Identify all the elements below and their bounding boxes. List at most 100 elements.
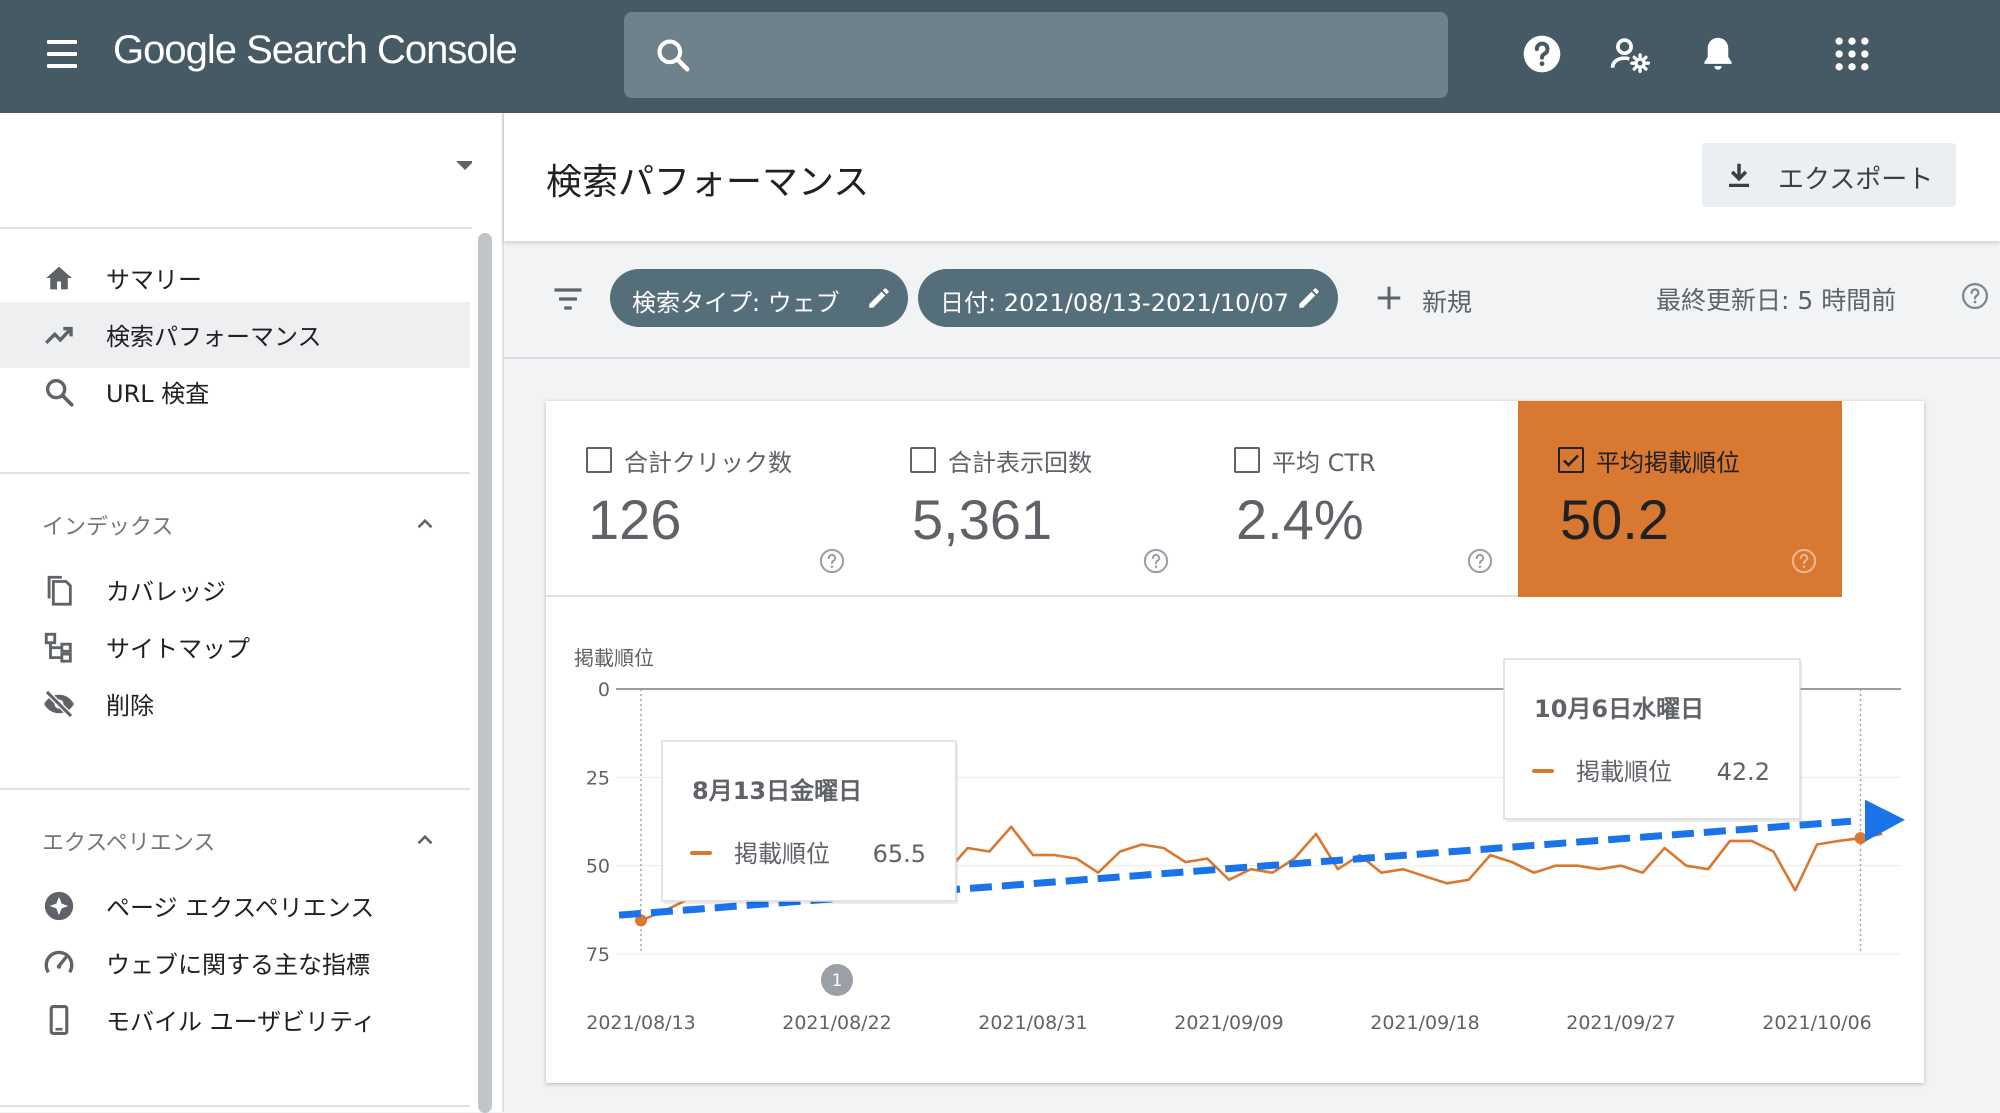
speed-icon: [44, 950, 74, 974]
edit-icon: [1299, 288, 1319, 308]
trend-arrow-head: [1865, 799, 1905, 842]
performance-chart: 掲載順位 0 25 50 75 2021/08/13 2021/08/22 2021/08/3…: [574, 646, 1905, 1034]
sidebar-item-mobile-usability[interactable]: モバイル ユーザビリティ: [0, 987, 470, 1053]
sidebar-item-removals[interactable]: 削除: [0, 671, 470, 737]
metric-label: 合計クリック数: [624, 449, 792, 477]
help-outline-icon[interactable]: [1466, 547, 1494, 575]
help-outline-icon[interactable]: [1142, 547, 1170, 575]
metric-label: 合計表示回数: [948, 449, 1092, 477]
page-title: 検索パフォーマンス: [546, 162, 870, 203]
x-tick-label: 2021/08/31: [978, 1012, 1088, 1034]
x-tick-label: 2021/09/27: [1566, 1012, 1676, 1034]
x-tick-label: 2021/08/22: [782, 1012, 892, 1034]
chip-label: 検索タイプ: ウェブ: [632, 289, 840, 317]
sidebar-item-label: モバイル ユーザビリティ: [106, 1008, 376, 1036]
tooltip-value: 65.5: [873, 840, 926, 868]
tooltip-box: [1503, 658, 1801, 820]
tooltip-value: 42.2: [1717, 758, 1770, 786]
x-tick-label: 2021/09/09: [1174, 1012, 1284, 1034]
section-header-experience[interactable]: エクスペリエンス: [0, 807, 470, 873]
manage-users-icon[interactable]: [1608, 32, 1652, 76]
y-tick-label: 25: [586, 767, 610, 789]
app-logo[interactable]: Google Search Console: [113, 28, 518, 73]
top-app-bar: Google Search Console: [0, 0, 2000, 113]
chevron-up-icon: [417, 834, 433, 845]
sidebar-divider: [0, 788, 470, 790]
y-tick-label: 0: [598, 679, 610, 701]
last-updated-text: 最終更新日: 5 時間前: [1656, 286, 1897, 315]
y-tick-label: 75: [586, 944, 610, 966]
metric-value: 2.4%: [1236, 488, 1364, 551]
help-outline-icon[interactable]: [1960, 281, 1990, 311]
notifications-icon[interactable]: [1696, 32, 1740, 76]
metric-total-impressions[interactable]: 合計表示回数 5,361: [870, 401, 1196, 597]
apps-grid-icon[interactable]: [1830, 32, 1874, 76]
metric-value: 5,361: [912, 488, 1053, 551]
sidebar-divider: [0, 1105, 470, 1107]
metric-checkbox[interactable]: [1234, 447, 1260, 473]
x-tick-label: 2021/08/13: [586, 1012, 696, 1034]
search-input[interactable]: [704, 30, 1428, 82]
tooltip-series-name: 掲載順位: [1576, 758, 1672, 786]
metric-label: 平均 CTR: [1272, 449, 1376, 477]
sidebar-item-label: サイトマップ: [106, 635, 250, 663]
visibility-off-icon: [44, 689, 74, 719]
help-icon[interactable]: [1520, 32, 1564, 76]
tooltip-date: 10月6日水曜日: [1534, 695, 1704, 723]
sidebar-item-label: 削除: [106, 692, 154, 720]
date-range-chip[interactable]: 日付: 2021/08/13-2021/10/07: [918, 269, 1338, 327]
search-icon: [45, 378, 74, 407]
x-tick-label: 2021/09/18: [1370, 1012, 1480, 1034]
metric-value: 126: [588, 488, 682, 551]
edit-icon: [869, 288, 889, 308]
export-button[interactable]: エクスポート: [1702, 143, 1956, 207]
metric-average-position[interactable]: 平均掲載順位 50.2: [1518, 401, 1842, 597]
copy-icon: [47, 575, 72, 606]
sitemap-icon: [44, 632, 72, 663]
filter-icon[interactable]: [550, 281, 586, 317]
sidebar-item-label: 検索パフォーマンス: [106, 323, 322, 351]
metric-value: 50.2: [1560, 488, 1669, 551]
sidebar-item-label: カバレッジ: [106, 578, 226, 606]
property-selector[interactable]: [0, 113, 474, 229]
section-header-index[interactable]: インデックス: [0, 491, 470, 557]
search-type-chip[interactable]: 検索タイプ: ウェブ: [610, 269, 908, 327]
annotation-marker-label: 1: [832, 971, 843, 991]
chip-label: 日付: 2021/08/13-2021/10/07: [940, 289, 1290, 317]
x-tick-label: 2021/10/06: [1762, 1012, 1872, 1034]
export-label: エクスポート: [1778, 165, 1934, 195]
tooltip-series-name: 掲載順位: [734, 840, 830, 868]
help-outline-icon[interactable]: [818, 547, 846, 575]
sidebar-item-url-inspection[interactable]: URL 検査: [0, 359, 470, 425]
sidebar-item-label: ウェブに関する主な指標: [106, 951, 370, 979]
metric-checkbox[interactable]: [1558, 447, 1584, 473]
metric-total-clicks[interactable]: 合計クリック数 126: [546, 401, 872, 597]
y-axis-title: 掲載順位: [574, 646, 654, 670]
check-icon: [1563, 454, 1579, 467]
chevron-up-icon: [417, 518, 433, 529]
main-menu-button[interactable]: [44, 36, 80, 72]
search-bar[interactable]: [624, 12, 1448, 98]
help-outline-icon[interactable]: [1790, 547, 1818, 575]
search-icon: [657, 39, 690, 72]
metric-checkbox[interactable]: [586, 447, 612, 473]
sidebar-item-label: ページ エクスペリエンス: [106, 894, 375, 922]
scrollbar-thumb[interactable]: [478, 233, 492, 1113]
star-badge-icon: [44, 891, 74, 921]
new-filter-label: 新規: [1422, 288, 1473, 317]
trending-up-icon: [45, 326, 73, 344]
sidebar-scrollbar[interactable]: [472, 113, 502, 1113]
page-header: 検索パフォーマンス エクスポート: [504, 113, 2000, 241]
download-icon: [1729, 163, 1749, 187]
data-point: [1854, 832, 1867, 845]
sidebar-divider: [0, 472, 470, 474]
metric-average-ctr[interactable]: 平均 CTR 2.4%: [1194, 401, 1520, 597]
phone-icon: [49, 1004, 69, 1036]
sidebar-item-label: URL 検査: [106, 380, 210, 408]
add-icon: [1377, 286, 1401, 310]
tooltip-box: [661, 740, 957, 902]
metric-checkbox[interactable]: [910, 447, 936, 473]
home-icon: [46, 266, 72, 290]
metric-label: 平均掲載順位: [1596, 449, 1740, 477]
performance-card: 合計クリック数 126 合計表示回数 5,361 平均 CTR 2.4% 平均掲…: [546, 401, 1924, 1083]
